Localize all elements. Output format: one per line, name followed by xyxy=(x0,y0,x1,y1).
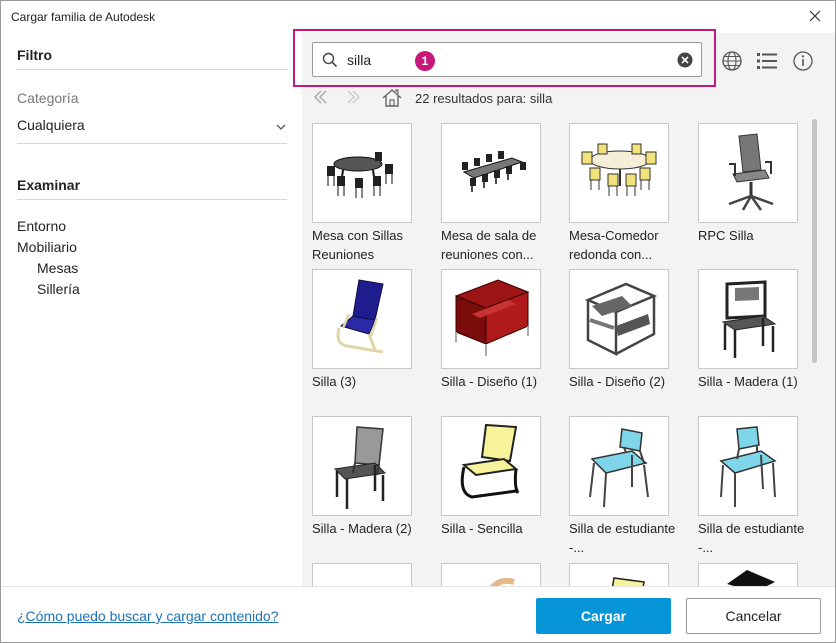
tile-caption: Mesa de sala de reuniones con... xyxy=(441,228,537,262)
result-tile[interactable]: Silla de estudiante -... xyxy=(569,416,689,557)
result-tile[interactable] xyxy=(441,563,561,586)
yellow-cantilever-chair-icon xyxy=(441,416,541,516)
dialog-footer: ¿Cómo puedo buscar y cargar contenido? C… xyxy=(2,586,835,642)
result-tile[interactable]: Silla de estudiante -... xyxy=(698,416,807,557)
result-tile[interactable]: Mesa de sala de reuniones con... xyxy=(441,123,561,264)
search-input[interactable]: silla 1 xyxy=(312,42,702,77)
tile-caption: Silla - Diseño (2) xyxy=(569,374,666,389)
tile-caption: Silla de estudiante -... xyxy=(698,521,805,555)
browse-item-mobiliario[interactable]: Mobiliario xyxy=(17,239,77,255)
blue-lounge-chair-icon xyxy=(312,269,412,369)
browse-heading: Examinar xyxy=(17,177,81,193)
navigation-bar: 22 resultados para: silla xyxy=(302,85,835,111)
red-armchair-icon xyxy=(441,269,541,369)
tile-caption: Silla - Madera (1) xyxy=(698,374,798,389)
results-count: 22 resultados para: silla xyxy=(415,91,553,106)
close-icon[interactable] xyxy=(805,6,825,26)
filter-panel: Filtro Categoría Cualquiera Examinar Ent… xyxy=(2,33,302,586)
divider xyxy=(17,143,287,144)
result-tile[interactable]: Silla - Madera (1) xyxy=(698,269,807,391)
result-tile[interactable]: Silla - Madera (2) xyxy=(312,416,432,538)
partial-tile-tan-icon xyxy=(441,563,541,586)
results-scrollbar[interactable] xyxy=(812,119,817,363)
student-chair-cyan-icon xyxy=(569,416,669,516)
home-icon[interactable] xyxy=(381,87,403,114)
result-tile[interactable] xyxy=(312,563,432,586)
wood-chair-gray-icon xyxy=(698,269,798,369)
browse-item-silleria[interactable]: Sillería xyxy=(37,281,80,297)
help-link[interactable]: ¿Cómo puedo buscar y cargar contenido? xyxy=(17,608,278,624)
back-icon[interactable] xyxy=(310,87,330,112)
meeting-table-chairs-icon xyxy=(312,123,412,223)
result-tile[interactable] xyxy=(569,563,689,586)
result-tile[interactable]: Mesa-Comedor redonda con... xyxy=(569,123,689,264)
search-value: silla xyxy=(347,52,372,68)
globe-icon[interactable] xyxy=(720,49,744,73)
office-chair-icon xyxy=(698,123,798,223)
load-button[interactable]: Cargar xyxy=(536,598,671,634)
search-icon xyxy=(322,52,338,73)
conference-table-icon xyxy=(441,123,541,223)
browse-item-mesas[interactable]: Mesas xyxy=(37,260,78,276)
result-tile[interactable]: Silla - Diseño (1) xyxy=(441,269,561,391)
window-title: Cargar familia de Autodesk xyxy=(11,10,156,24)
partial-tile-black-icon xyxy=(698,563,798,586)
wassily-chair-icon xyxy=(569,269,669,369)
wood-chair-dark-icon xyxy=(312,416,412,516)
result-tile[interactable]: Silla - Sencilla xyxy=(441,416,561,538)
partial-tile-icon xyxy=(312,563,412,586)
load-family-dialog: Cargar familia de Autodesk Filtro Catego… xyxy=(0,0,836,643)
tile-caption: RPC Silla xyxy=(698,228,754,243)
student-chair-cyan-icon xyxy=(698,416,798,516)
browse-item-entorno[interactable]: Entorno xyxy=(17,218,66,234)
category-dropdown[interactable]: Cualquiera xyxy=(17,117,289,139)
result-tile[interactable]: Silla - Diseño (2) xyxy=(569,269,689,391)
tile-caption: Silla (3) xyxy=(312,374,357,389)
cancel-button[interactable]: Cancelar xyxy=(686,598,821,634)
tile-caption: Silla - Madera (2) xyxy=(312,521,412,536)
info-icon[interactable] xyxy=(791,49,815,73)
tile-caption: Mesa con Sillas Reuniones xyxy=(312,228,404,262)
result-tile[interactable]: Silla (3) xyxy=(312,269,432,391)
list-view-icon[interactable] xyxy=(755,49,779,73)
category-label: Categoría xyxy=(17,90,79,106)
result-tile[interactable] xyxy=(698,563,807,586)
category-value: Cualquiera xyxy=(17,117,85,133)
content-panel: silla 1 22 resultados para: silla Mesa c… xyxy=(293,29,835,586)
partial-tile-yellow-icon xyxy=(569,563,669,586)
clear-search-icon[interactable] xyxy=(677,52,693,73)
result-tile[interactable]: Mesa con Sillas Reuniones xyxy=(312,123,432,264)
filter-heading: Filtro xyxy=(17,47,52,63)
results-grid: Mesa con Sillas Reuniones Mesa de sala d… xyxy=(312,123,807,586)
divider xyxy=(17,199,287,200)
divider xyxy=(17,69,287,70)
tile-caption: Silla de estudiante -... xyxy=(569,521,676,555)
chevron-down-icon xyxy=(275,120,287,136)
tile-caption: Silla - Sencilla xyxy=(441,521,523,536)
callout-badge: 1 xyxy=(415,51,435,71)
forward-icon[interactable] xyxy=(344,87,364,112)
round-dining-table-icon xyxy=(569,123,669,223)
result-tile[interactable]: RPC Silla xyxy=(698,123,807,245)
tile-caption: Mesa-Comedor redonda con... xyxy=(569,228,659,262)
tile-caption: Silla - Diseño (1) xyxy=(441,374,538,389)
